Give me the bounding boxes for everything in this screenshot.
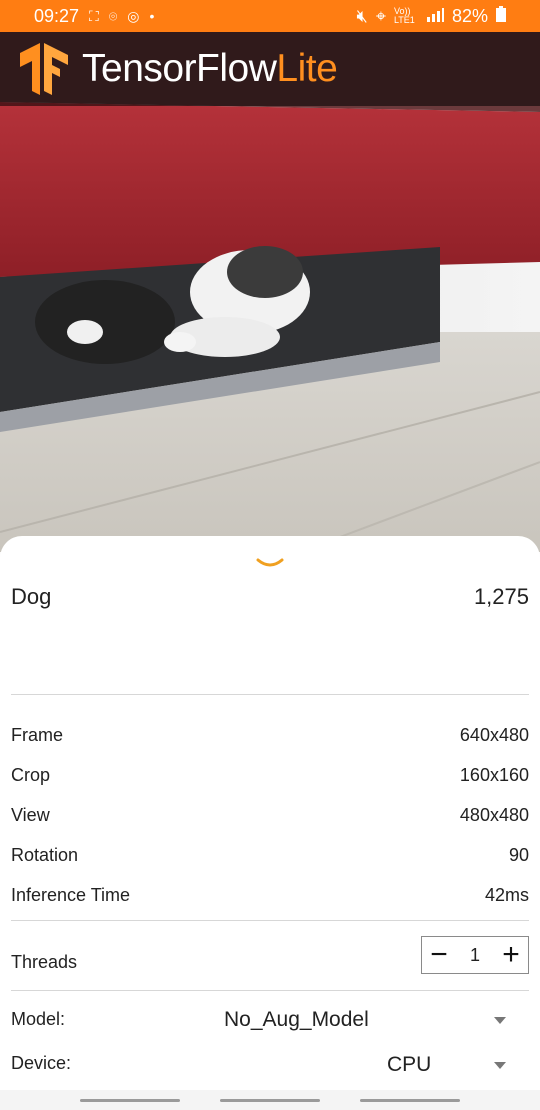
vpn-icon: ◎ [127, 7, 140, 24]
info-value: 42ms [484, 885, 529, 905]
divider [11, 694, 529, 695]
model-selected-value: No_Aug_Model [224, 1008, 369, 1031]
divider [11, 920, 529, 921]
threads-stepper[interactable]: − 1 + [421, 936, 529, 974]
model-row: Model: [11, 1009, 65, 1030]
result-score: 1,275 [473, 584, 529, 609]
status-time: 09:27 [34, 5, 80, 26]
status-left-icons: ⛶ ⌾ ◎ • [89, 8, 154, 25]
device-label: Device: [11, 1053, 72, 1073]
info-label: Rotation [11, 845, 79, 865]
result-label: Dog [11, 584, 52, 609]
info-row-inference-time: Inference Time 42ms [11, 885, 529, 906]
chevron-down-icon[interactable] [255, 556, 285, 572]
threads-row: Threads [11, 952, 77, 973]
info-value: 160x160 [459, 765, 529, 785]
brand-suffix: Lite [276, 47, 338, 90]
nav-home-button[interactable] [220, 1099, 320, 1102]
model-label: Model: [11, 1009, 66, 1029]
threads-label: Threads [11, 952, 78, 972]
network-label: Vo)) LTE1 [393, 6, 415, 25]
mute-icon: 🔇︎ [356, 5, 368, 26]
tensorflow-logo-icon [20, 43, 68, 95]
threads-value: 1 [469, 944, 480, 965]
device-dropdown[interactable]: CPU [387, 1053, 506, 1077]
status-right-icons: 🔇︎ ⌖ Vo)) LTE1 82% [356, 5, 506, 27]
info-value: 480x480 [459, 805, 529, 825]
app-toolbar: TensorFlowLite [0, 32, 540, 106]
signal-icon [426, 6, 444, 27]
nav-back-button[interactable] [360, 1099, 460, 1102]
info-label: Inference Time [11, 885, 131, 905]
device-row: Device: [11, 1053, 71, 1074]
battery-percent: 82% [451, 5, 488, 26]
location-icon: ⌖ [375, 5, 386, 26]
info-label: Frame [11, 725, 64, 745]
battery-icon [496, 5, 506, 27]
bottom-sheet[interactable]: Dog 1,275 Frame 640x480 Crop 160x160 Vie… [0, 536, 540, 1110]
info-label: Crop [11, 765, 51, 785]
model-dropdown[interactable]: No_Aug_Model [224, 1008, 506, 1032]
info-label: View [11, 805, 50, 825]
status-bar: 09:27 ⛶ ⌾ ◎ • 🔇︎ ⌖ Vo)) LTE1 82% [0, 0, 540, 32]
dropdown-arrow-icon [494, 1016, 506, 1024]
info-row-crop: Crop 160x160 [11, 765, 529, 786]
system-nav-bar [0, 1090, 540, 1110]
dropdown-arrow-icon [494, 1061, 506, 1069]
info-row-view: View 480x480 [11, 805, 529, 826]
screenshot-icon: ⛶ [89, 7, 99, 24]
divider [11, 990, 529, 991]
info-value: 90 [508, 845, 529, 865]
nav-recents-button[interactable] [80, 1099, 180, 1102]
threads-increment-button[interactable]: + [494, 937, 528, 973]
scan-icon: ⌾ [108, 7, 118, 24]
info-row-rotation: Rotation 90 [11, 845, 529, 866]
info-row-frame: Frame 640x480 [11, 725, 529, 746]
camera-preview [0, 32, 540, 552]
info-value: 640x480 [459, 725, 529, 745]
device-selected-value: CPU [387, 1053, 432, 1076]
app-title: TensorFlowLite [82, 47, 338, 91]
threads-decrement-button[interactable]: − [422, 937, 456, 973]
dot-icon: • [149, 8, 155, 24]
result-row: Dog 1,275 [11, 584, 529, 610]
brand-name: TensorFlow [82, 47, 277, 90]
